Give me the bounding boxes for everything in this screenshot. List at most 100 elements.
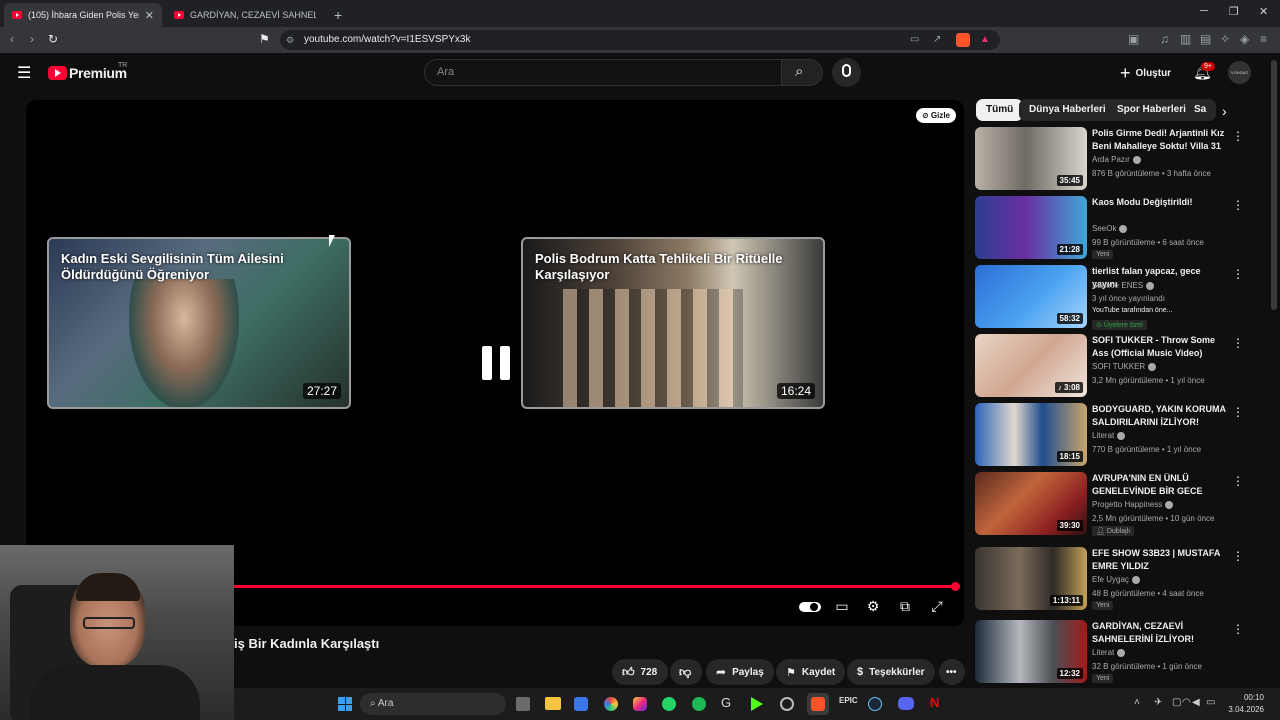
kick-icon[interactable]: [751, 697, 763, 711]
brave-rewards-icon[interactable]: ▲: [980, 30, 990, 50]
more-actions-button[interactable]: •••: [939, 659, 965, 685]
clock[interactable]: 00:10 3.04.2026: [1224, 692, 1264, 716]
close-window-icon[interactable]: ✕: [1259, 5, 1268, 18]
dislike-button[interactable]: 👎︎: [670, 659, 702, 685]
channel-name: Literat: [1092, 431, 1126, 440]
spotify-icon[interactable]: [692, 697, 706, 711]
app-icon[interactable]: [780, 697, 794, 711]
pause-icon[interactable]: [482, 346, 492, 380]
end-screen-card[interactable]: Kadın Eski Sevgilisinin Tüm Ailesini Öld…: [47, 237, 351, 409]
kebab-menu-icon[interactable]: ⋮: [1232, 549, 1244, 563]
video-meta: 3,2 Mn görüntüleme • 1 yıl önce: [1092, 376, 1205, 385]
battery-icon[interactable]: ▭: [1206, 697, 1215, 708]
chip-all[interactable]: Tümü: [976, 99, 1024, 121]
new-tab-button[interactable]: +: [334, 3, 342, 27]
chevron-right-icon[interactable]: ›: [1222, 103, 1227, 119]
voice-search-button[interactable]: [832, 58, 861, 87]
recommendation-item[interactable]: 39:30 AVRUPA'NIN EN ÜNLÜ GENELEVİNDE BİR…: [975, 472, 1265, 538]
hide-label: Gizle: [930, 111, 950, 120]
restore-icon[interactable]: ❐: [1229, 5, 1239, 18]
address-bar[interactable]: ⚙ youtube.com/watch?v=I1ESVSPYx3k ▭ ↗ ▲: [280, 30, 1000, 50]
kebab-menu-icon[interactable]: ⋮: [1232, 622, 1244, 636]
hamburger-menu-icon[interactable]: ☰: [17, 63, 31, 83]
youtube-logo-icon[interactable]: [48, 66, 67, 80]
brave-icon: [811, 697, 825, 711]
recommendation-item[interactable]: 12:32 GARDİYAN, CEZAEVİ SAHNELERİNİ İZLİ…: [975, 620, 1265, 686]
cast-icon[interactable]: ▭: [910, 30, 919, 50]
brave-taskbar-active[interactable]: [807, 693, 829, 715]
close-tab-icon[interactable]: ✕: [145, 9, 154, 22]
kebab-menu-icon[interactable]: ⋮: [1232, 474, 1244, 488]
channel-name: Progetto Happiness: [1092, 500, 1174, 509]
browser-tab-active[interactable]: (105) İhbara Giden Polis Yere Zin ✕: [4, 3, 162, 27]
progress-bar[interactable]: [208, 585, 956, 588]
task-view-icon[interactable]: [516, 697, 530, 711]
volume-icon[interactable]: ◀: [1192, 697, 1200, 708]
wifi-icon[interactable]: ◠: [1182, 697, 1191, 708]
recommendation-item[interactable]: 18:15 BODYGUARD, YAKIN KORUMA SALDIRILAR…: [975, 403, 1265, 469]
share-button[interactable]: ➦ Paylaş: [706, 659, 774, 685]
fullscreen-icon[interactable]: ⤢: [927, 598, 947, 616]
recommendation-item[interactable]: 21:28 Kaos Modu Değiştirildi! SeeOk 99 B…: [975, 196, 1265, 262]
minimize-icon[interactable]: ─: [1200, 5, 1208, 17]
netflix-icon[interactable]: N: [930, 695, 939, 710]
progress-scrubber[interactable]: [951, 582, 960, 591]
media-icon[interactable]: ♫: [1160, 32, 1169, 46]
create-button[interactable]: + Oluştur: [1120, 62, 1171, 84]
windows-start-icon[interactable]: [338, 697, 352, 711]
file-explorer-icon[interactable]: [545, 697, 561, 710]
pause-icon[interactable]: [500, 346, 510, 380]
sidebar-toggle-icon[interactable]: ▣: [1128, 32, 1139, 46]
site-info-icon[interactable]: ⚙: [286, 30, 294, 50]
browser-tab[interactable]: GARDİYAN, CEZAEVİ SAHNELERİNİ İZ: [166, 3, 324, 27]
sidebar-scrollbar[interactable]: [1271, 60, 1277, 310]
vpn-icon[interactable]: ◈: [1240, 32, 1249, 46]
like-button[interactable]: 👍︎ 728: [612, 659, 668, 685]
bookmark-icon[interactable]: ⚑: [259, 32, 270, 46]
forward-icon[interactable]: ›: [30, 32, 34, 46]
share-page-icon[interactable]: ↗: [933, 30, 941, 50]
recommendation-item[interactable]: 1:13:11 EFE SHOW S3B23 | MUSTAFA EMRE YI…: [975, 547, 1265, 613]
kebab-menu-icon[interactable]: ⋮: [1232, 336, 1244, 350]
taskbar-search[interactable]: ⌕ Ara: [360, 693, 506, 715]
kebab-menu-icon[interactable]: ⋮: [1232, 129, 1244, 143]
back-icon[interactable]: ‹: [10, 32, 14, 46]
chip-partial[interactable]: Sa: [1188, 99, 1216, 121]
epic-games-icon[interactable]: EPIC: [839, 696, 858, 705]
chip-world-news[interactable]: Dünya Haberleri: [1019, 99, 1116, 121]
recommendation-item[interactable]: 58:32 tierlist falan yapcaz, gece yayını…: [975, 265, 1265, 333]
autoplay-toggle[interactable]: [799, 598, 821, 616]
recommendation-item[interactable]: 35:45 Polis Girme Dedi! Arjantinli Kız B…: [975, 127, 1265, 193]
avatar[interactable]: VONDAS: [1228, 61, 1251, 84]
tray-app-icon[interactable]: ▢: [1172, 697, 1181, 708]
chip-sports-news[interactable]: Spor Haberleri: [1107, 99, 1196, 121]
tray-expand-icon[interactable]: ˄: [1134, 697, 1140, 708]
leo-ai-icon[interactable]: ✧: [1220, 32, 1230, 46]
recommendation-item[interactable]: ♪ 3:08 SOFI TUKKER - Throw Some Ass (Off…: [975, 334, 1265, 400]
brave-shield-icon[interactable]: [956, 33, 970, 47]
thanks-button[interactable]: $ Teşekkürler: [847, 659, 935, 685]
store-icon[interactable]: [574, 697, 588, 711]
tray-app-icon[interactable]: ✈: [1154, 697, 1162, 708]
copilot-icon[interactable]: [604, 697, 618, 711]
settings-gear-icon[interactable]: ⚙: [863, 598, 883, 616]
discord-icon[interactable]: [898, 697, 914, 710]
subtitles-icon[interactable]: ▭: [832, 598, 852, 616]
miniplayer-icon[interactable]: ⧉: [895, 598, 915, 616]
search-button[interactable]: ⌕: [781, 59, 823, 86]
reader-icon[interactable]: ▥: [1180, 32, 1191, 46]
kebab-menu-icon[interactable]: ⋮: [1232, 198, 1244, 212]
whatsapp-icon[interactable]: [662, 697, 676, 711]
steam-icon[interactable]: [868, 697, 882, 711]
end-screen-card[interactable]: Polis Bodrum Katta Tehlikeli Bir Ritüell…: [521, 237, 825, 409]
app-icon[interactable]: G: [721, 695, 731, 710]
kebab-menu-icon[interactable]: ⋮: [1232, 405, 1244, 419]
wallet-icon[interactable]: ▤: [1200, 32, 1211, 46]
save-button[interactable]: ⚑ Kaydet: [776, 659, 846, 685]
reload-icon[interactable]: ↻: [48, 32, 58, 46]
kebab-menu-icon[interactable]: ⋮: [1232, 267, 1244, 281]
search-input[interactable]: Ara: [424, 59, 782, 86]
menu-icon[interactable]: ≡: [1260, 32, 1267, 46]
hide-cards-button[interactable]: ⊘ Gizle: [915, 108, 956, 123]
instagram-icon[interactable]: [633, 697, 647, 711]
